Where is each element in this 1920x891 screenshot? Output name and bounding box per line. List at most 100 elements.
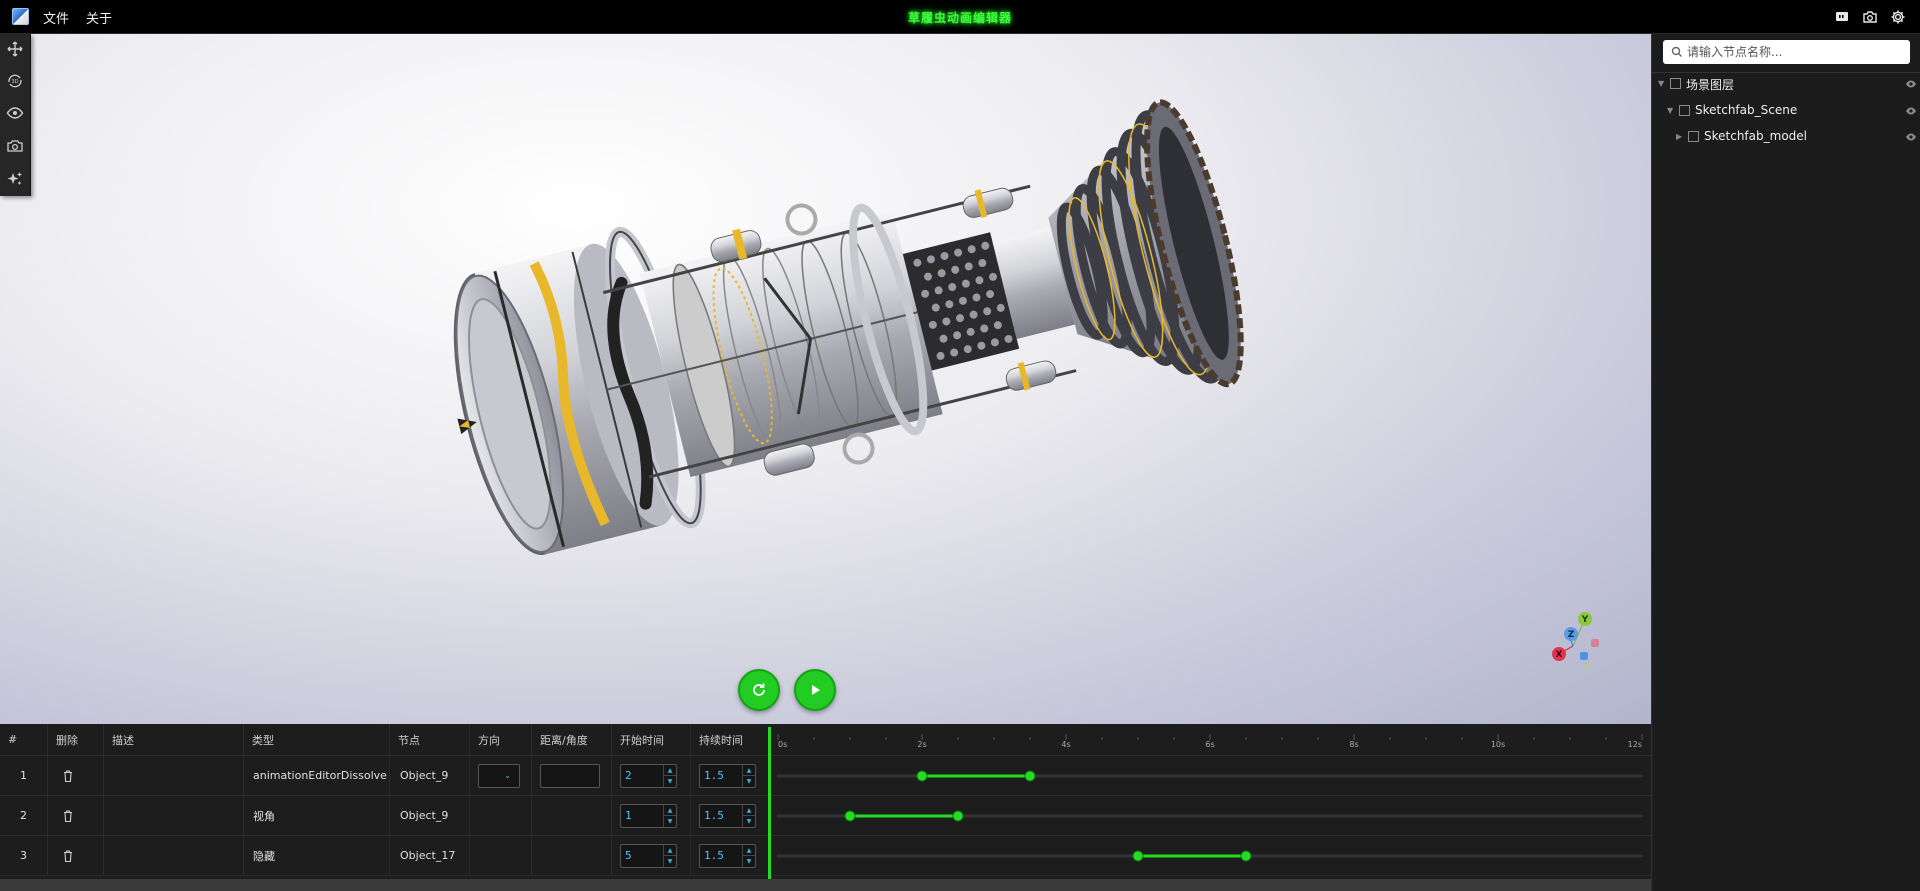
col-description: 描述 <box>104 724 244 755</box>
keyframe-end-handle[interactable] <box>952 810 964 822</box>
distance-cell <box>532 836 612 875</box>
tree-checkbox[interactable] <box>1679 105 1690 116</box>
keyframe-start-handle[interactable] <box>916 770 928 782</box>
start-time-input[interactable] <box>625 767 659 784</box>
stepper-up-icon[interactable]: ▲ <box>742 804 755 816</box>
trash-icon[interactable] <box>63 849 73 862</box>
tree-item-label: 场景图层 <box>1686 78 1735 92</box>
expand-arrow-icon[interactable]: ▼ <box>1658 80 1666 88</box>
description-cell[interactable] <box>104 836 244 875</box>
stepper-up-icon[interactable]: ▲ <box>663 844 676 856</box>
timeline-track-area[interactable]: 0s 2s 4s 6s 8s 10s 12s <box>770 724 1651 879</box>
duration-input[interactable] <box>704 767 738 784</box>
duration-input[interactable] <box>704 847 738 864</box>
node-cell: Object_9 <box>390 756 470 795</box>
stepper-down-icon[interactable]: ▼ <box>742 855 755 867</box>
tree-checkbox[interactable] <box>1670 78 1681 89</box>
tree-item-label: Sketchfab_model <box>1704 129 1807 143</box>
horizontal-scrollbar[interactable] <box>0 879 1651 891</box>
node-search[interactable] <box>1663 40 1910 64</box>
expand-arrow-icon[interactable]: ▶ <box>1676 133 1684 141</box>
start-time-input[interactable] <box>625 847 659 864</box>
visibility-eye-icon[interactable] <box>1905 79 1917 89</box>
start-time-input[interactable] <box>625 807 659 824</box>
move-icon[interactable] <box>6 40 24 58</box>
scene-tree-panel: ▼ 场景图层 ▼ Sketchfab_Scene ▶ Sketchfab_mod… <box>1651 34 1920 891</box>
timeline-playhead[interactable] <box>768 727 771 880</box>
play-icon <box>812 685 820 695</box>
jet-engine-model[interactable] <box>0 34 1651 724</box>
ruler-tick-label: 10s <box>1491 740 1505 749</box>
stepper-down-icon[interactable]: ▼ <box>742 775 755 787</box>
eye-icon[interactable] <box>6 104 24 122</box>
trash-icon[interactable] <box>63 769 73 782</box>
duration-stepper[interactable]: ▲ ▼ <box>699 803 756 828</box>
camera-tool-icon[interactable] <box>6 137 24 155</box>
delete-cell <box>48 836 104 875</box>
node-cell: Object_17 <box>390 836 470 875</box>
start-time-stepper[interactable]: ▲ ▼ <box>620 763 677 788</box>
stepper-up-icon[interactable]: ▲ <box>663 804 676 816</box>
stepper-up-icon[interactable]: ▲ <box>742 764 755 776</box>
replay-button[interactable] <box>738 669 780 711</box>
left-toolbar: 3D <box>0 34 31 196</box>
rotate-3d-icon[interactable]: 3D <box>6 72 24 90</box>
duration-stepper[interactable]: ▲ ▼ <box>699 763 756 788</box>
svg-text:3D: 3D <box>12 79 19 85</box>
search-input[interactable] <box>1687 43 1902 61</box>
presentation-icon[interactable] <box>1834 9 1850 25</box>
sparkle-icon[interactable] <box>6 170 24 188</box>
direction-select[interactable]: ⌄ <box>478 763 520 788</box>
duration-input[interactable] <box>704 807 738 824</box>
col-direction: 方向 <box>470 724 532 755</box>
ruler-tick-label: 2s <box>917 740 926 749</box>
keyframe-start-handle[interactable] <box>844 810 856 822</box>
stepper-up-icon[interactable]: ▲ <box>742 844 755 856</box>
stepper-down-icon[interactable]: ▼ <box>663 855 676 867</box>
replay-icon <box>753 683 765 696</box>
distance-input[interactable] <box>540 763 600 788</box>
start-time-stepper[interactable]: ▲ ▼ <box>620 803 677 828</box>
stepper-down-icon[interactable]: ▼ <box>742 815 755 827</box>
description-cell[interactable] <box>104 796 244 835</box>
keyframe-end-handle[interactable] <box>1024 770 1036 782</box>
duration-stepper[interactable]: ▲ ▼ <box>699 843 756 868</box>
visibility-eye-icon[interactable] <box>1905 106 1917 116</box>
stepper-up-icon[interactable]: ▲ <box>663 764 676 776</box>
expand-arrow-icon[interactable]: ▼ <box>1667 107 1675 115</box>
play-button[interactable] <box>794 669 836 711</box>
distance-cell <box>532 756 612 795</box>
duration-cell: ▲ ▼ <box>691 796 770 835</box>
top-bar: 文件 关于 草履虫动画编辑器 <box>0 0 1920 34</box>
keyframe-start-handle[interactable] <box>1132 850 1144 862</box>
start-time-stepper[interactable]: ▲ ▼ <box>620 843 677 868</box>
tree-item-scene-layer[interactable]: ▼ 场景图层 <box>1652 73 1920 95</box>
axis-gizmo[interactable]: Y Z X <box>1543 604 1613 674</box>
stepper-down-icon[interactable]: ▼ <box>663 775 676 787</box>
tree-checkbox[interactable] <box>1688 131 1699 142</box>
keyframe-end-handle[interactable] <box>1240 850 1252 862</box>
tree-item-sketchfab-model[interactable]: ▶ Sketchfab_model <box>1652 126 1920 148</box>
ruler-tick-label: 0s <box>778 740 787 749</box>
3d-viewport[interactable]: 3D Y Z X <box>0 34 1651 724</box>
app-root: 文件 关于 草履虫动画编辑器 3D Y Z X 请输入节点名称... ▼ 场景图… <box>0 0 1920 891</box>
node-cell: Object_9 <box>390 796 470 835</box>
delete-cell <box>48 756 104 795</box>
tree-item-sketchfab-scene[interactable]: ▼ Sketchfab_Scene <box>1652 100 1920 122</box>
row-index: 2 <box>0 796 48 835</box>
start-time-cell: ▲ ▼ <box>612 836 691 875</box>
stepper-down-icon[interactable]: ▼ <box>663 815 676 827</box>
trash-icon[interactable] <box>63 809 73 822</box>
ruler-tick-label: 12s <box>1628 740 1642 749</box>
camera-icon[interactable] <box>1862 9 1878 25</box>
col-type: 类型 <box>244 724 390 755</box>
animation-table: # 删除 描述 类型 节点 方向 距离/角度 开始时间 持续时间 1 anima… <box>0 724 1651 891</box>
description-cell[interactable] <box>104 756 244 795</box>
axis-y-label: Y <box>1581 615 1589 625</box>
gear-icon[interactable] <box>1890 9 1906 25</box>
col-delete: 删除 <box>48 724 104 755</box>
row-index: 1 <box>0 756 48 795</box>
start-time-cell: ▲ ▼ <box>612 796 691 835</box>
duration-cell: ▲ ▼ <box>691 836 770 875</box>
visibility-eye-icon[interactable] <box>1905 132 1917 142</box>
